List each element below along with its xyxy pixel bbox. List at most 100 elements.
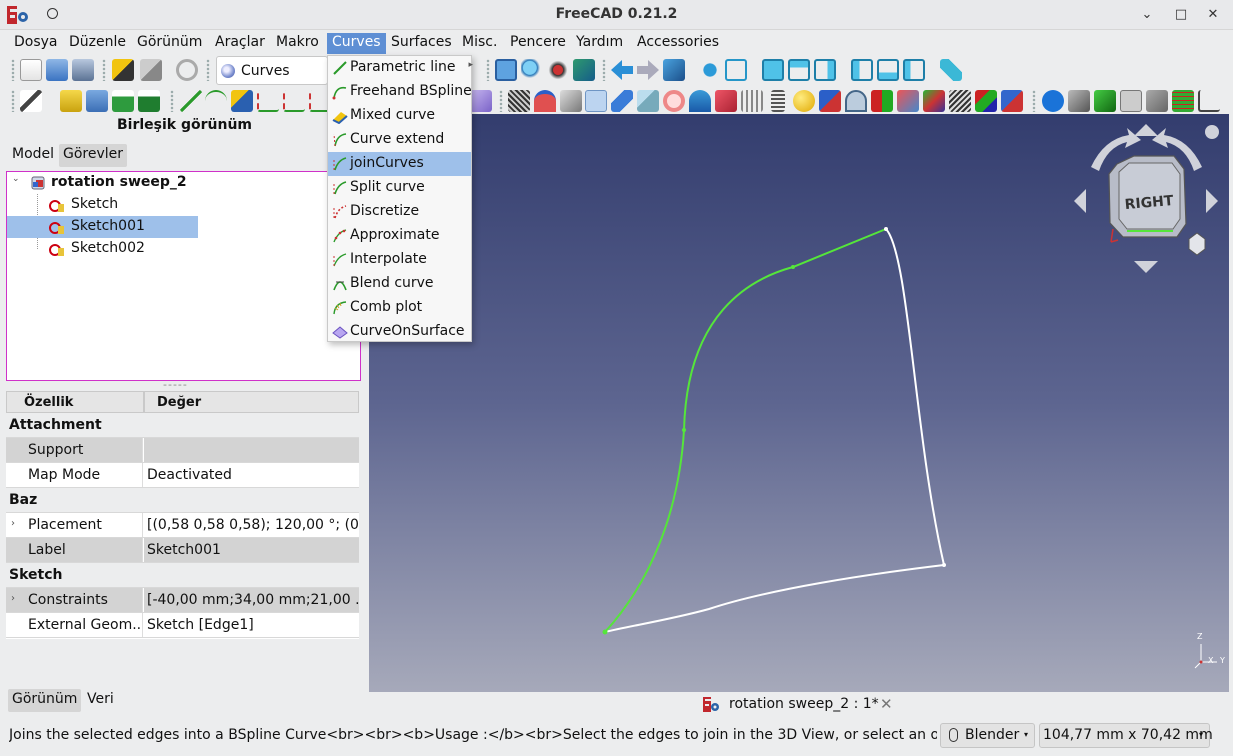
menu-pencere[interactable]: Pencere (505, 33, 571, 54)
menu-item-curve-extend[interactable]: Curve extend (328, 128, 471, 152)
sketch-edge-selected[interactable] (604, 228, 887, 633)
vertex-point[interactable] (791, 265, 795, 269)
property-group-sketch[interactable]: Sketch (6, 563, 359, 588)
menu-yardim[interactable]: Yardım (571, 33, 628, 54)
view-top-icon[interactable] (788, 59, 810, 81)
menu-surfaces[interactable]: Surfaces (386, 33, 457, 54)
menu-item-comb-plot[interactable]: Comb plot (328, 296, 471, 320)
green-cube-icon[interactable] (1094, 90, 1116, 112)
menu-misc[interactable]: Misc. (457, 33, 502, 54)
navigation-style-selector[interactable]: Blender ▾ (940, 723, 1035, 748)
tab-model[interactable]: Model (8, 144, 58, 167)
link-icon[interactable] (112, 90, 134, 112)
workbench-selector[interactable]: Curves (216, 56, 328, 85)
tab-gorevler[interactable]: Görevler (59, 144, 128, 167)
rotate-left-icon[interactable] (1074, 189, 1086, 213)
tab-gorunum[interactable]: Görünüm (8, 689, 82, 712)
tab-veri[interactable]: Veri (83, 689, 118, 712)
tree-item-root[interactable]: ⌄ rotation sweep_2 (7, 172, 357, 194)
link-actions-icon[interactable] (138, 90, 160, 112)
document-tab-label[interactable]: rotation sweep_2 : 1* (729, 696, 879, 712)
sphere-icon[interactable] (793, 90, 815, 112)
menu-item-discretize[interactable]: Discretize (328, 200, 471, 224)
menu-item-join-curves[interactable]: joinCurves (328, 152, 471, 176)
rotate-up-icon[interactable] (1134, 124, 1158, 136)
surface-tool-5-icon[interactable] (611, 90, 633, 112)
vertex-point[interactable] (942, 563, 946, 567)
property-header-value[interactable]: Değer (144, 391, 359, 413)
property-row-external-geometry[interactable]: External Geom... Sketch [Edge1] (6, 613, 359, 638)
tree-item-sketch001[interactable]: Sketch001 (7, 216, 198, 238)
view-rear-icon[interactable] (851, 59, 873, 81)
property-row-label[interactable]: Label Sketch001 (6, 538, 359, 563)
property-header-name[interactable]: Özellik (6, 391, 144, 413)
save-document-icon[interactable] (72, 59, 94, 81)
property-row-support[interactable]: Support (6, 438, 359, 463)
surface-tool-9-icon[interactable] (715, 90, 737, 112)
mixed-curve-tool-icon[interactable] (231, 90, 253, 112)
menu-curves[interactable]: Curves (327, 33, 386, 54)
surface-tool-15-icon[interactable] (923, 90, 945, 112)
3d-viewport[interactable]: RIGHT Z Y X (369, 114, 1229, 692)
menu-accessories[interactable]: Accessories (632, 33, 724, 54)
curve-on-surface-tool-icon[interactable] (470, 90, 492, 112)
undo-icon[interactable] (112, 59, 134, 81)
open-document-icon[interactable] (46, 59, 68, 81)
menu-item-curve-on-surface[interactable]: CurveOnSurface (328, 320, 471, 344)
script-icon[interactable] (1120, 90, 1142, 112)
dimension-display[interactable]: 104,77 mm x 70,42 mm ▾ (1039, 723, 1213, 748)
menu-araclar[interactable]: Araçlar (210, 33, 270, 54)
collapse-arrow-icon[interactable]: ⌄ (12, 174, 20, 184)
redo-icon[interactable] (140, 59, 162, 81)
draw-style-icon[interactable] (547, 59, 569, 81)
info-icon[interactable] (1042, 90, 1064, 112)
surface-tool-11-icon[interactable] (819, 90, 841, 112)
vertex-point[interactable] (602, 629, 608, 635)
tree-item-sketch[interactable]: Sketch (7, 194, 357, 216)
surface-tool-16-icon[interactable] (949, 90, 971, 112)
navigation-cube[interactable]: RIGHT (1069, 119, 1229, 279)
bounding-box-icon[interactable] (573, 59, 595, 81)
view-left-icon[interactable] (903, 59, 925, 81)
menu-item-split-curve[interactable]: Split curve (328, 176, 471, 200)
property-group-attachment[interactable]: Attachment (6, 413, 359, 438)
surface-tool-4-icon[interactable] (585, 90, 607, 112)
group-folder-icon[interactable] (86, 90, 108, 112)
menu-item-parametric-line[interactable]: Parametric line ▸ (328, 56, 473, 80)
menu-item-blend-curve[interactable]: Blend curve (328, 272, 471, 296)
std-view-icon[interactable] (663, 59, 685, 81)
spring-icon[interactable] (771, 90, 785, 112)
measure-icon[interactable] (940, 59, 962, 81)
menu-item-mixed-curve[interactable]: Mixed curve (328, 104, 471, 128)
surface-tool-1-icon[interactable] (508, 90, 530, 112)
view-right-icon[interactable] (814, 59, 836, 81)
surface-tool-14-icon[interactable] (897, 90, 919, 112)
minimize-button[interactable]: ⌄ (1136, 4, 1158, 26)
close-tab-icon[interactable]: ✕ (880, 695, 893, 713)
vertex-point[interactable] (682, 428, 686, 432)
join-curves-tool-icon[interactable] (283, 90, 305, 112)
menu-duzenle[interactable]: Düzenle (64, 33, 131, 54)
comb-icon[interactable] (1198, 90, 1220, 112)
surface-tool-10-icon[interactable] (741, 90, 763, 112)
back-arrow-icon[interactable] (611, 60, 633, 80)
shape-info-icon[interactable] (1068, 90, 1090, 112)
menu-dosya[interactable]: Dosya (9, 33, 63, 54)
arc-tool-icon[interactable] (205, 90, 227, 112)
surface-tool-2-icon[interactable] (534, 90, 556, 112)
menu-makro[interactable]: Makro (271, 33, 324, 54)
view-bottom-icon[interactable] (877, 59, 899, 81)
view-menu-icon[interactable] (1205, 125, 1219, 139)
tree-item-sketch002[interactable]: Sketch002 (7, 238, 357, 260)
fit-selection-icon[interactable] (521, 59, 543, 81)
property-row-map-mode[interactable]: Map Mode Deactivated (6, 463, 359, 488)
fit-all-icon[interactable] (495, 59, 517, 81)
property-row-placement[interactable]: › Placement [(0,58 0,58 0,58); 120,00 °; (… (6, 513, 359, 538)
splitter-handle[interactable]: ----- (163, 378, 188, 391)
surface-tool-8-icon[interactable] (689, 90, 711, 112)
surface-tool-17-icon[interactable] (975, 90, 997, 112)
surface-tool-3-icon[interactable] (560, 90, 582, 112)
grey-cube-icon[interactable] (1146, 90, 1168, 112)
view-fit-cube-icon[interactable] (725, 59, 747, 81)
menu-item-interpolate[interactable]: Interpolate (328, 248, 471, 272)
